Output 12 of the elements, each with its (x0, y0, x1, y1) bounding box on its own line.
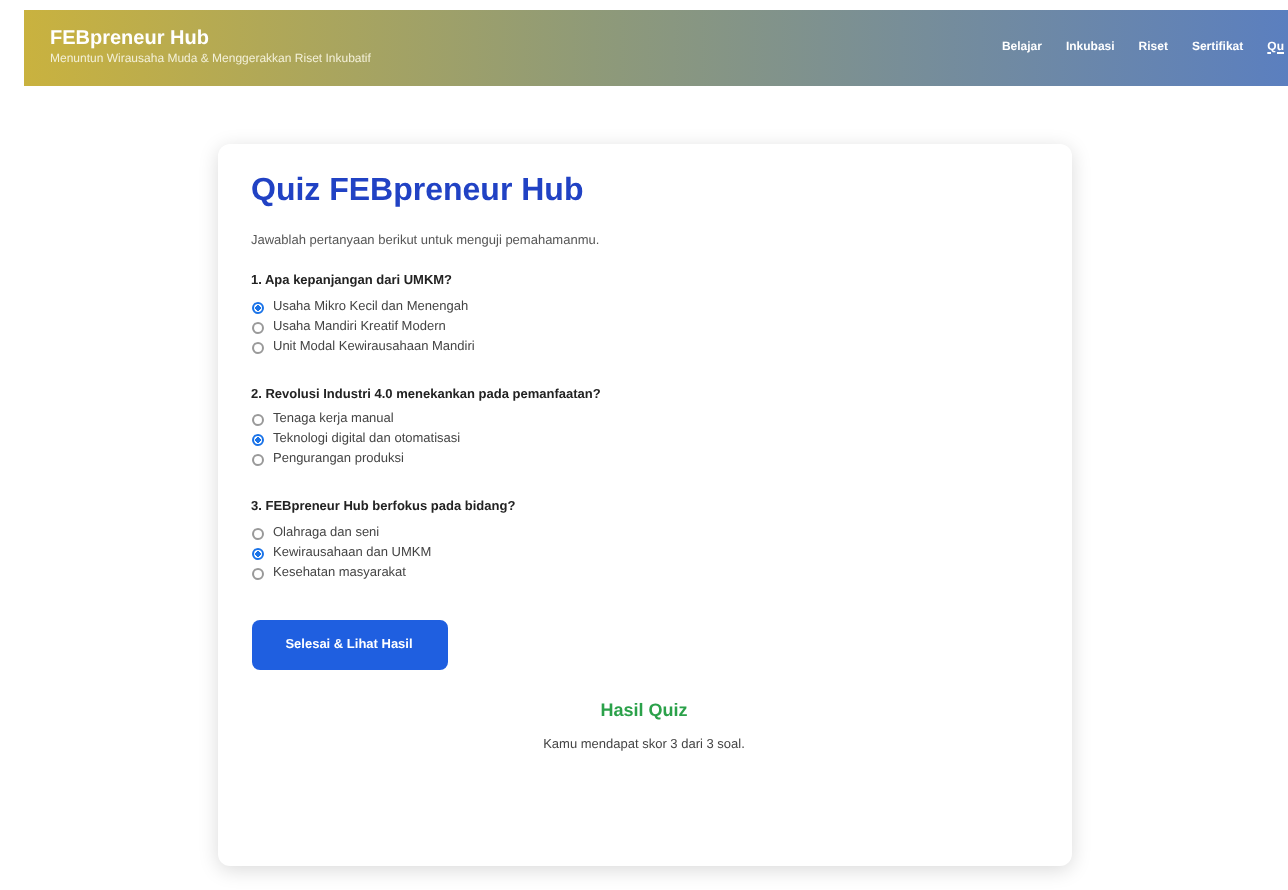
radio-button[interactable] (251, 454, 263, 467)
radio-button[interactable] (251, 414, 263, 427)
radio-button[interactable] (251, 548, 263, 560)
radio-button[interactable] (251, 528, 263, 540)
quiz-title: Quiz FEBpreneur Hub (251, 172, 586, 212)
radio-button[interactable] (251, 434, 263, 447)
radio-button[interactable] (251, 568, 263, 580)
result-title: Hasil Quiz (600, 698, 688, 724)
radio-button[interactable] (251, 341, 263, 353)
radio-button[interactable] (251, 321, 263, 333)
radio-button[interactable] (251, 301, 263, 313)
site-title: FEBpreneur Hub (50, 28, 211, 53)
